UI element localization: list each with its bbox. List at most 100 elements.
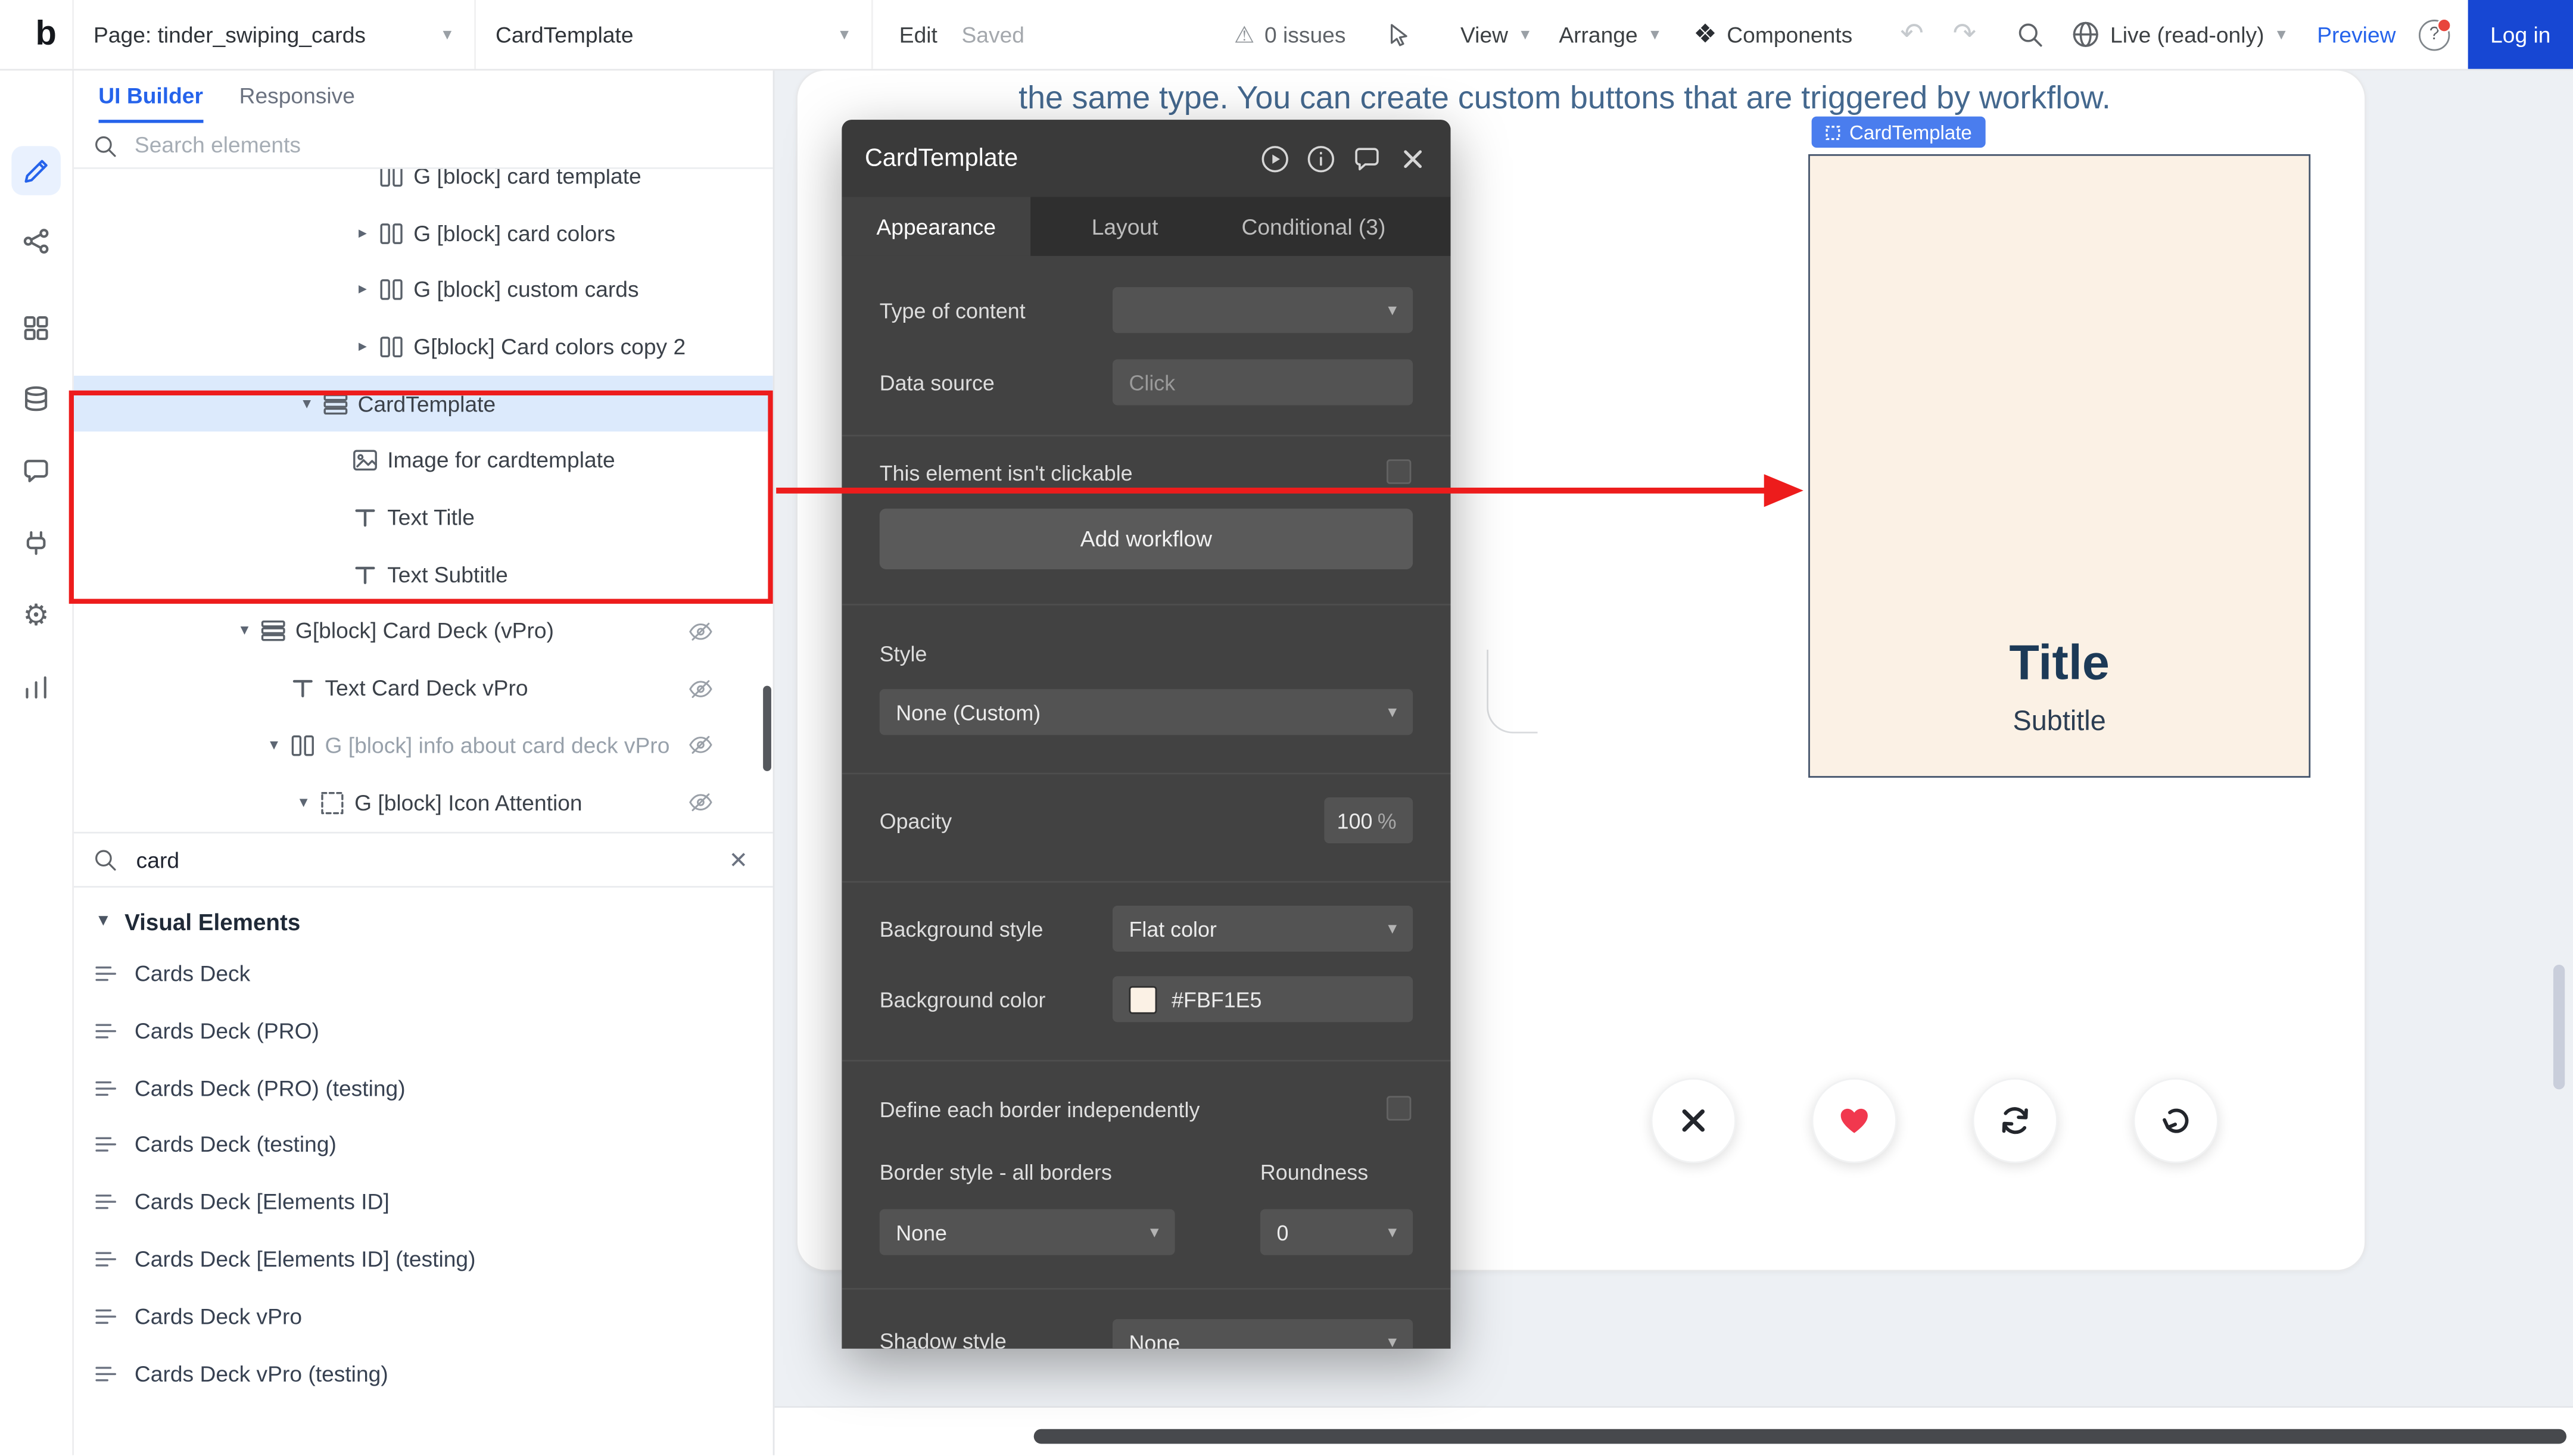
tree-item-label: G [block] card colors bbox=[413, 221, 615, 245]
vertical-scrollbar[interactable] bbox=[2553, 965, 2565, 1089]
roundness-dropdown[interactable]: 0▼ bbox=[1260, 1209, 1413, 1255]
horizontal-scrollbar[interactable] bbox=[1034, 1429, 2566, 1444]
components-menu[interactable]: ❖ Components bbox=[1693, 0, 1852, 69]
tab-responsive[interactable]: Responsive bbox=[239, 69, 355, 123]
card-title: Title bbox=[1810, 637, 2309, 693]
opacity-input[interactable]: 100% bbox=[1324, 797, 1413, 843]
background-style-dropdown[interactable]: Flat color▼ bbox=[1113, 906, 1413, 952]
chevron-down-icon[interactable]: ▾ bbox=[295, 395, 319, 413]
border-style-dropdown[interactable]: None▼ bbox=[880, 1209, 1175, 1255]
pointer-tool-icon[interactable] bbox=[1387, 0, 1413, 69]
login-button[interactable]: Log in bbox=[2468, 0, 2573, 69]
play-icon[interactable] bbox=[1260, 144, 1290, 173]
nav-workflow-icon[interactable] bbox=[11, 217, 61, 266]
tree-item[interactable]: Text Subtitle bbox=[72, 546, 772, 603]
opacity-value: 100 bbox=[1337, 808, 1373, 833]
property-panel-tabs: Appearance Layout Conditional (3) bbox=[842, 197, 1450, 256]
tree-scrollbar[interactable] bbox=[763, 686, 771, 771]
element-list-item[interactable]: Cards Deck [Elements ID] (testing) bbox=[72, 1231, 772, 1288]
card-template-element[interactable]: Title Subtitle bbox=[1808, 154, 2310, 778]
warning-icon: ⚠ bbox=[1234, 20, 1255, 48]
tab-layout[interactable]: Layout bbox=[1030, 197, 1219, 256]
search-elements-input[interactable] bbox=[131, 131, 753, 159]
tree-item[interactable]: ▸ G [block] card colors bbox=[72, 205, 772, 262]
nav-pages-icon[interactable] bbox=[11, 304, 61, 353]
style-dropdown[interactable]: None (Custom)▼ bbox=[880, 689, 1413, 735]
comment-icon[interactable] bbox=[1352, 144, 1382, 173]
page-selector-dropdown[interactable]: Page: tinder_swiping_cards ▼ bbox=[72, 0, 476, 69]
edit-menu[interactable]: Edit bbox=[899, 0, 937, 69]
property-panel-header[interactable]: CardTemplate bbox=[842, 120, 1450, 197]
tree-item[interactable]: ▾CardTemplate bbox=[72, 375, 772, 432]
undo-button[interactable]: ↶ bbox=[1900, 0, 1923, 69]
search-button[interactable] bbox=[2015, 0, 2045, 69]
tree-item[interactable]: Text Title bbox=[72, 490, 772, 547]
tree-item[interactable]: Text Card Deck vPro bbox=[72, 660, 772, 717]
element-list-item[interactable]: Cards Deck vPro (testing) bbox=[72, 1345, 772, 1402]
nav-plugins-icon[interactable] bbox=[11, 519, 61, 568]
clear-filter-icon[interactable]: ✕ bbox=[724, 846, 753, 874]
chevron-down-icon: ▼ bbox=[1518, 26, 1533, 43]
type-of-content-dropdown[interactable]: ▼ bbox=[1113, 287, 1413, 333]
color-swatch[interactable] bbox=[1129, 985, 1157, 1013]
element-list-item[interactable]: Cards Deck vPro bbox=[72, 1288, 772, 1345]
view-menu[interactable]: View ▼ bbox=[1460, 0, 1532, 69]
chevron-down-icon[interactable]: ▾ bbox=[263, 737, 286, 754]
chevron-down-icon[interactable]: ▾ bbox=[233, 622, 256, 640]
border-independent-checkbox[interactable] bbox=[1387, 1096, 1411, 1120]
element-list-item[interactable]: Cards Deck (PRO) bbox=[72, 1002, 772, 1059]
rewind-button[interactable] bbox=[2133, 1078, 2219, 1163]
issues-indicator[interactable]: ⚠ 0 issues bbox=[1234, 0, 1346, 69]
close-icon[interactable] bbox=[1398, 144, 1428, 173]
eye-slash-icon[interactable] bbox=[687, 732, 714, 759]
bubble-logo[interactable]: b bbox=[23, 0, 69, 69]
data-source-input[interactable]: Click bbox=[1113, 359, 1413, 405]
live-status[interactable]: Live (read-only) ▼ bbox=[2071, 0, 2289, 69]
element-list-item[interactable]: Cards Deck [Elements ID] bbox=[72, 1174, 772, 1231]
nav-data-icon[interactable] bbox=[11, 374, 61, 423]
tab-ui-builder[interactable]: UI Builder bbox=[98, 69, 203, 123]
nav-styles-icon[interactable] bbox=[11, 446, 61, 495]
tree-item[interactable]: ▸G[block] Card colors copy 2 bbox=[72, 319, 772, 376]
element-list-item[interactable]: Cards Deck (PRO) (testing) bbox=[72, 1059, 772, 1117]
arrange-menu[interactable]: Arrange ▼ bbox=[1559, 0, 1662, 69]
redo-button[interactable]: ↷ bbox=[1953, 0, 1976, 69]
clickable-checkbox[interactable] bbox=[1387, 459, 1411, 484]
chevron-right-icon[interactable]: ▸ bbox=[351, 281, 375, 299]
preview-button[interactable]: Preview bbox=[2317, 0, 2396, 69]
tree-item[interactable]: G [block] card template bbox=[72, 169, 772, 205]
nav-design-icon[interactable] bbox=[11, 146, 61, 195]
element-list-item[interactable]: Cards Deck (testing) bbox=[72, 1117, 772, 1174]
element-selector-dropdown[interactable]: CardTemplate ▼ bbox=[476, 0, 873, 69]
eye-slash-icon[interactable] bbox=[687, 789, 714, 815]
tree-item-label: G [block] info about card deck vPro bbox=[325, 733, 670, 757]
tree-item[interactable]: ▸G [block] custom cards bbox=[72, 261, 772, 319]
info-icon[interactable] bbox=[1306, 144, 1336, 173]
refresh-button[interactable] bbox=[1973, 1078, 2058, 1163]
shadow-style-dropdown[interactable]: None▼ bbox=[1113, 1319, 1413, 1349]
element-filter-input[interactable] bbox=[133, 846, 709, 874]
chevron-down-icon: ▼ bbox=[1385, 704, 1400, 721]
tree-item[interactable]: ▾G [block] Icon Attention bbox=[72, 774, 772, 831]
eye-slash-icon[interactable] bbox=[687, 675, 714, 702]
chevron-down-icon[interactable]: ▾ bbox=[292, 793, 315, 811]
chevron-right-icon[interactable]: ▸ bbox=[351, 224, 375, 242]
tree-item[interactable]: ▾ G [block] info about card deck vPro bbox=[72, 717, 772, 774]
background-color-input[interactable]: #FBF1E5 bbox=[1113, 976, 1413, 1022]
element-list-item[interactable]: Cards Deck bbox=[72, 945, 772, 1002]
visual-elements-section[interactable]: ▼ Visual Elements bbox=[72, 899, 300, 943]
nav-settings-icon[interactable]: ⚙ bbox=[11, 591, 61, 640]
eye-slash-icon[interactable] bbox=[687, 619, 714, 645]
add-workflow-button[interactable]: Add workflow bbox=[880, 509, 1413, 569]
element-tree: G [block] card template ▸ G [block] card c… bbox=[72, 169, 772, 830]
help-button[interactable]: ? bbox=[2419, 0, 2450, 69]
chevron-right-icon[interactable]: ▸ bbox=[351, 338, 375, 356]
border-independent-label: Define each border independently bbox=[880, 1098, 1200, 1122]
tab-appearance[interactable]: Appearance bbox=[842, 197, 1030, 256]
like-button[interactable] bbox=[1812, 1078, 1897, 1163]
dismiss-button[interactable] bbox=[1651, 1078, 1736, 1163]
tab-conditional[interactable]: Conditional (3) bbox=[1219, 197, 1408, 256]
tree-item[interactable]: Image for cardtemplate bbox=[72, 432, 772, 490]
nav-logs-icon[interactable] bbox=[11, 663, 61, 712]
tree-item[interactable]: ▾G[block] Card Deck (vPro) bbox=[72, 603, 772, 660]
